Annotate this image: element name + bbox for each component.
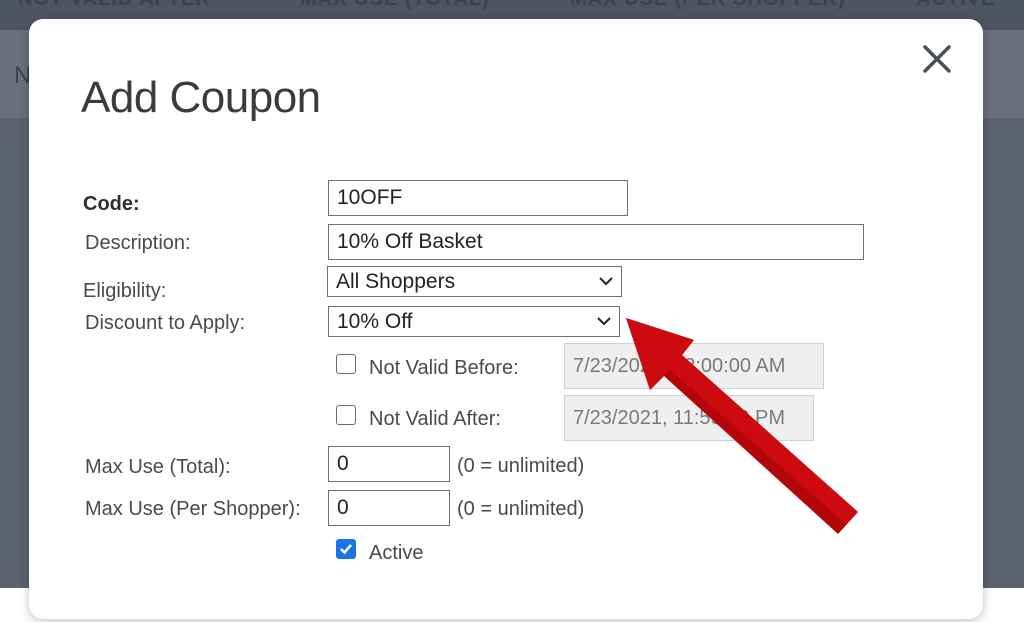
background-header-col: NOT VALID AFTER	[18, 0, 211, 11]
eligibility-select[interactable]: All Shoppers	[327, 266, 622, 297]
annotation-arrow-icon	[626, 318, 858, 534]
max-use-total-input[interactable]: 0	[328, 446, 450, 482]
code-input[interactable]: 10OFF	[328, 180, 628, 216]
background-header-col: ACTIVE	[916, 0, 995, 11]
discount-selected-value: 10% Off	[337, 310, 413, 333]
max-use-shopper-hint: (0 = unlimited)	[457, 498, 585, 520]
close-icon	[923, 45, 951, 73]
description-label: Description:	[85, 232, 191, 254]
description-input[interactable]: 10% Off Basket	[328, 224, 864, 260]
eligibility-selected-value: All Shoppers	[336, 270, 456, 293]
checkmark-icon	[340, 544, 352, 555]
discount-select[interactable]: 10% Off	[328, 306, 620, 337]
background-header-col: MAX USE (TOTAL)	[300, 0, 490, 11]
active-label: Active	[369, 542, 424, 564]
active-checkbox[interactable]	[336, 539, 356, 559]
code-label: Code:	[83, 193, 140, 215]
not-valid-after-checkbox[interactable]	[336, 405, 356, 425]
not-valid-after-label: Not Valid After:	[369, 408, 501, 430]
chevron-down-icon	[599, 277, 613, 286]
not-valid-before-label: Not Valid Before:	[369, 357, 519, 379]
background-header-col: MAX USE (PER SHOPPER)	[570, 0, 845, 11]
max-use-shopper-input[interactable]: 0	[328, 490, 450, 526]
modal-title: Add Coupon	[81, 73, 321, 122]
max-use-total-label: Max Use (Total):	[85, 456, 231, 478]
eligibility-label: Eligibility:	[83, 280, 167, 302]
max-use-shopper-label: Max Use (Per Shopper):	[85, 498, 301, 520]
discount-label: Discount to Apply:	[85, 312, 246, 334]
not-valid-before-checkbox[interactable]	[336, 354, 356, 374]
max-use-total-hint: (0 = unlimited)	[457, 455, 585, 477]
close-button[interactable]	[919, 41, 955, 77]
